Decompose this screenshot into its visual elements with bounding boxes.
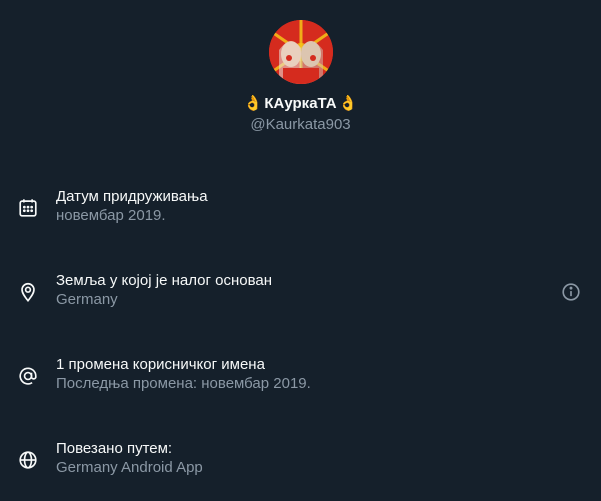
joined-date-title: Датум придруживања — [56, 188, 208, 205]
username-changes-value: Последња промена: новембар 2019. — [56, 375, 311, 392]
calendar-icon — [17, 197, 39, 219]
account-info-page: 👌 КАуркаТА 👌 @Kaurkata903 Датум придружи… — [0, 0, 601, 501]
at-sign-icon — [17, 365, 39, 387]
connected-via-row: Повезано путем: Germany Android App — [0, 439, 601, 499]
joined-date-row: Датум придруживања новембар 2019. — [0, 187, 601, 247]
display-name-text: КАуркаТА — [264, 95, 337, 112]
username-changes-row: 1 промена корисничког имена Последња про… — [0, 355, 601, 415]
avatar[interactable] — [268, 20, 333, 84]
info-icon[interactable] — [560, 281, 582, 303]
username-changes-title: 1 промена корисничког имена — [56, 356, 265, 373]
joined-date-text: Датум придруживања новембар 2019. — [56, 187, 208, 225]
username-changes-text: 1 промена корисничког имена Последња про… — [56, 355, 311, 393]
joined-date-value: новембар 2019. — [56, 207, 166, 224]
account-country-text: Земља у којој је налог основан Germany — [56, 271, 272, 309]
account-country-row: Земља у којој је налог основан Germany — [0, 271, 601, 331]
connected-via-text: Повезано путем: Germany Android App — [56, 439, 203, 477]
globe-icon — [17, 449, 39, 471]
ok-hand-emoji-left: 👌 — [243, 95, 263, 112]
ok-hand-emoji-right: 👌 — [338, 95, 358, 112]
profile-header: 👌 КАуркаТА 👌 @Kaurkata903 — [0, 20, 601, 135]
location-pin-icon — [17, 281, 39, 303]
connected-via-value: Germany Android App — [56, 459, 203, 476]
avatar-image — [268, 20, 333, 84]
account-country-title: Земља у којој је налог основан — [56, 272, 272, 289]
connected-via-title: Повезано путем: — [56, 440, 173, 457]
account-country-value: Germany — [56, 291, 118, 308]
display-name: 👌 КАуркаТА 👌 — [244, 94, 358, 114]
user-handle: @Kaurkata903 — [250, 116, 351, 133]
